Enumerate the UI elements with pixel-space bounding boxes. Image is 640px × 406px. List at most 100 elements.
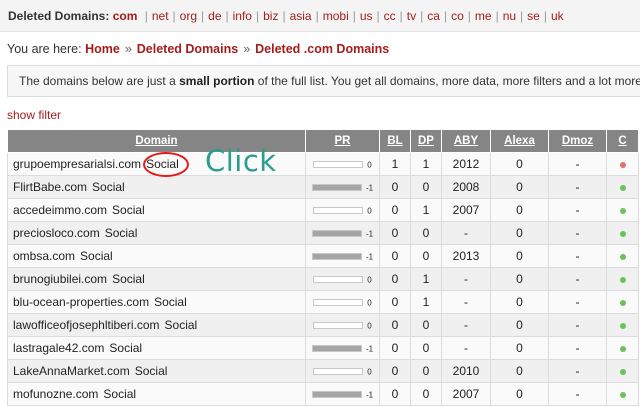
tld-link-nu[interactable]: nu xyxy=(503,9,516,23)
cell-domain: preciosloco.com Social xyxy=(7,221,306,245)
col-header-bl[interactable]: BL xyxy=(379,130,411,153)
pagerank-bar-fill xyxy=(312,392,361,398)
breadcrumb-deleted-com[interactable]: Deleted .com Domains xyxy=(255,42,389,56)
status-dot-icon xyxy=(619,368,626,375)
annotation-click-text: Click xyxy=(205,144,277,178)
social-link[interactable]: Social xyxy=(154,295,187,309)
breadcrumb-deleted-domains[interactable]: Deleted Domains xyxy=(137,42,238,56)
table-row: ombsa.com Social -1 0 0 2013 0- xyxy=(7,244,639,268)
tld-link-ca[interactable]: ca xyxy=(427,9,440,23)
cell-dmoz: - xyxy=(548,244,607,268)
tld-link-mobi[interactable]: mobi xyxy=(323,9,349,23)
cell-domain: FlirtBabe.com Social xyxy=(7,175,306,199)
domain-name: ombsa.com xyxy=(13,249,76,263)
tld-nav-bar: Deleted Domains: com | net | org | de | info | bi… xyxy=(0,0,640,32)
cell-pr: -1 xyxy=(305,382,380,406)
pagerank-bar xyxy=(311,184,362,192)
cell-status xyxy=(606,152,639,176)
tld-link-de[interactable]: de xyxy=(208,9,221,23)
cell-status xyxy=(606,336,639,360)
tld-separator: | xyxy=(225,9,229,23)
notice-text-after: of the full list. You get all domains, m… xyxy=(254,74,640,88)
tld-link-biz[interactable]: biz xyxy=(263,9,278,23)
cell-status xyxy=(606,290,639,314)
tld-link-cc[interactable]: cc xyxy=(384,9,396,23)
social-link[interactable]: Social xyxy=(135,364,168,378)
status-dot-icon xyxy=(619,322,626,329)
cell-domain: lastragale42.com Social xyxy=(7,336,306,360)
social-link[interactable]: Social xyxy=(103,387,136,401)
show-filter-link[interactable]: show filter xyxy=(7,108,61,122)
col-header-alexa[interactable]: Alexa xyxy=(490,130,549,153)
table-header-row: Domain PR BL DP ABY Alexa Dmoz C xyxy=(7,130,639,153)
tld-link-se[interactable]: se xyxy=(527,9,540,23)
breadcrumb: You are here: Home » Deleted Domains » Delet… xyxy=(7,42,389,56)
cell-aby: 2012 xyxy=(441,152,491,176)
tld-link-me[interactable]: me xyxy=(475,9,492,23)
domain-name: accedeimmo.com xyxy=(13,203,108,217)
tld-nav-label: Deleted Domains: xyxy=(8,9,110,23)
cell-dmoz: - xyxy=(548,336,607,360)
social-link[interactable]: Social xyxy=(112,272,145,286)
social-link[interactable]: Social xyxy=(109,341,142,355)
col-header-dp[interactable]: DP xyxy=(410,130,442,153)
breadcrumb-separator: » xyxy=(124,42,132,56)
cell-bl: 0 xyxy=(379,198,411,222)
breadcrumb-home[interactable]: Home xyxy=(85,42,120,56)
cell-alexa: 0 xyxy=(490,313,549,337)
pagerank-bar-fill xyxy=(312,254,361,260)
cell-status xyxy=(606,175,639,199)
pagerank-value: 0 xyxy=(367,206,372,216)
notice-text-before: The domains below are just a xyxy=(19,74,180,88)
tld-separator: | xyxy=(495,9,499,23)
pagerank-value: -1 xyxy=(365,344,374,354)
cell-pr: -1 xyxy=(305,175,380,199)
pagerank-value: 0 xyxy=(367,298,372,308)
cell-bl: 0 xyxy=(379,267,411,291)
tld-link-tv[interactable]: tv xyxy=(407,9,416,23)
pagerank-value: -1 xyxy=(365,252,374,262)
cell-pr: 0 xyxy=(305,313,380,337)
social-link[interactable]: Social xyxy=(92,180,125,194)
pagerank-bar xyxy=(311,230,362,238)
tld-link-asia[interactable]: asia xyxy=(290,9,312,23)
status-dot-icon xyxy=(619,391,626,398)
pagerank-bar xyxy=(313,322,364,330)
cell-domain: mofunozne.com Social xyxy=(7,382,306,406)
tld-link-net[interactable]: net xyxy=(152,9,169,23)
table-row: grupoempresarialsi.com Social 0 1 1 2012 0- xyxy=(7,152,639,176)
cell-status xyxy=(606,198,639,222)
domain-name: LakeAnnaMarket.com xyxy=(13,364,130,378)
social-link[interactable]: Social xyxy=(105,226,138,240)
cell-bl: 1 xyxy=(379,152,411,176)
social-link[interactable]: Social xyxy=(165,318,198,332)
table-row: preciosloco.com Social -1 0 0-0- xyxy=(7,221,639,245)
cell-pr: 0 xyxy=(305,359,380,383)
status-dot-icon xyxy=(619,207,626,214)
domains-table: Domain PR BL DP ABY Alexa Dmoz C grupoem… xyxy=(7,130,639,406)
cell-dp: 0 xyxy=(410,382,442,406)
cell-aby: - xyxy=(441,336,491,360)
col-header-pr[interactable]: PR xyxy=(305,130,380,153)
pagerank-value: 0 xyxy=(367,275,372,285)
col-header-c[interactable]: C xyxy=(606,130,639,153)
tld-current[interactable]: com xyxy=(113,9,138,23)
tld-link-info[interactable]: info xyxy=(233,9,252,23)
cell-aby: 2007 xyxy=(441,198,491,222)
cell-pr: 0 xyxy=(305,267,380,291)
cell-aby: 2008 xyxy=(441,175,491,199)
pagerank-value: 0 xyxy=(367,367,372,377)
tld-link-org[interactable]: org xyxy=(180,9,197,23)
tld-separator: | xyxy=(443,9,448,23)
tld-link-uk[interactable]: uk xyxy=(551,9,564,23)
cell-aby: 2010 xyxy=(441,359,491,383)
tld-link-us[interactable]: us xyxy=(360,9,373,23)
tld-separator: | xyxy=(376,9,380,23)
social-link[interactable]: Social xyxy=(80,249,113,263)
cell-bl: 0 xyxy=(379,290,411,314)
social-link[interactable]: Social xyxy=(112,203,145,217)
col-header-aby[interactable]: ABY xyxy=(441,130,491,153)
cell-dp: 0 xyxy=(410,336,442,360)
tld-link-co[interactable]: co xyxy=(451,9,464,23)
col-header-dmoz[interactable]: Dmoz xyxy=(548,130,607,153)
